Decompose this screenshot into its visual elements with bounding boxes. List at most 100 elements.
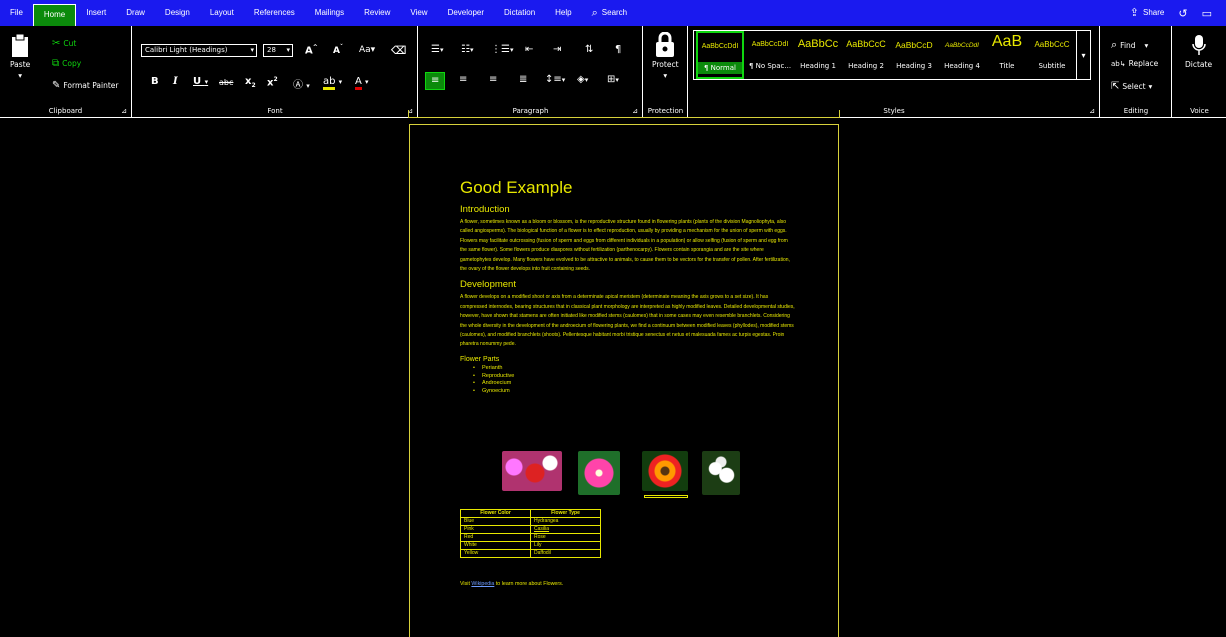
list-item: Reproductive (473, 373, 795, 381)
flower-table[interactable]: Flower Color Flower Type Blue Hydrangea … (460, 509, 601, 558)
borders-icon[interactable]: ⊞▾ (607, 74, 619, 85)
tab-home[interactable]: Home (32, 4, 77, 26)
flower-image-white-lily[interactable] (702, 451, 740, 495)
table-row: White Lily (460, 541, 601, 550)
tab-dictation[interactable]: Dictation (494, 0, 545, 26)
strikethrough-icon[interactable]: abc (219, 78, 233, 87)
style-heading-1[interactable]: AaBbCc Heading 1 (794, 31, 842, 79)
flower-image-gerbera[interactable] (642, 451, 688, 491)
tab-mailings[interactable]: Mailings (305, 0, 354, 26)
text-effects-icon[interactable]: Ⓐ ▾ (293, 76, 310, 91)
previous-page-edge (408, 110, 840, 118)
shading-icon[interactable]: ◈▾ (577, 74, 588, 85)
style-name: ¶ Normal (698, 62, 742, 74)
document-page[interactable]: Good Example Introduction A flower, some… (409, 124, 839, 637)
font-size-combo[interactable]: 28 ▾ (263, 44, 293, 57)
chevron-down-icon: ▾ (18, 71, 22, 80)
styles-more-button[interactable]: ▾ (1077, 30, 1091, 80)
bold-icon[interactable]: B (151, 76, 159, 87)
select-label: Select (1122, 82, 1146, 91)
replace-label: Replace (1128, 59, 1159, 68)
tab-review[interactable]: Review (354, 0, 400, 26)
multilevel-list-icon[interactable]: ⋮☰▾ (491, 44, 513, 55)
style-heading-3[interactable]: AaBbCcD Heading 3 (890, 31, 938, 79)
comments-icon[interactable]: ▭ (1202, 8, 1212, 19)
find-button[interactable]: ⌕ Find ▾ (1111, 38, 1148, 52)
bullets-icon[interactable]: ☰▾ (431, 44, 443, 55)
replace-button[interactable]: ab↳ Replace (1111, 59, 1158, 68)
table-cell: Red (460, 533, 531, 542)
scissors-icon: ✂ (52, 38, 61, 49)
numbering-icon[interactable]: ☷▾ (461, 44, 473, 55)
style-subtitle[interactable]: AaBbCcC Subtitle (1028, 31, 1076, 79)
paragraph-group: ☰▾ ☷▾ ⋮☰▾ ⇤ ⇥ ⇅ ¶ ≡ ≡ ≡ ≣ ↕≡▾ ◈▾ ⊞▾ Para… (419, 26, 643, 118)
tab-insert[interactable]: Insert (76, 0, 116, 26)
history-icon[interactable]: ↺ (1178, 8, 1187, 19)
style-heading-2[interactable]: AaBbCcC Heading 2 (842, 31, 890, 79)
flower-image-pink-cluster[interactable] (502, 451, 562, 491)
font-name-combo[interactable]: Calibri Light (Headings) ▾ (141, 44, 257, 57)
dialog-launcher-icon[interactable]: ⊿ (1089, 107, 1095, 115)
underline-icon[interactable]: U ▾ (193, 76, 208, 87)
search-box[interactable]: ⌕ Search (582, 0, 638, 26)
decrease-indent-icon[interactable]: ⇤ (525, 44, 533, 55)
change-case-button[interactable]: Aa▾ (359, 45, 375, 55)
align-right-icon[interactable]: ≡ (489, 74, 497, 85)
italic-icon[interactable]: I (173, 76, 178, 87)
dictate-button[interactable]: Dictate (1185, 34, 1212, 69)
tab-developer[interactable]: Developer (438, 0, 494, 26)
select-button[interactable]: ⇱ Select ▾ (1111, 81, 1152, 92)
table-cell: Blue (460, 517, 531, 526)
table-cell: Casilia (530, 525, 601, 534)
table-row: Red Rose (460, 533, 601, 542)
copy-button[interactable]: ⧉ Copy (52, 58, 81, 69)
flower-parts-list: Perianth Reproductive Androecium Gynoeci… (473, 365, 795, 396)
increase-indent-icon[interactable]: ⇥ (553, 44, 561, 55)
tab-layout[interactable]: Layout (200, 0, 244, 26)
style-name: Heading 1 (800, 62, 836, 70)
editing-group: ⌕ Find ▾ ab↳ Replace ⇱ Select ▾ Editing (1101, 26, 1172, 118)
style-sample: AaBbCc (797, 38, 839, 50)
protect-button[interactable]: Protect ▾ (652, 32, 679, 80)
share-label: Share (1143, 8, 1165, 17)
font-color-icon[interactable]: A ▾ (355, 76, 369, 90)
tab-help[interactable]: Help (545, 0, 581, 26)
style-sample: AaBbCcDdI (751, 41, 789, 48)
highlight-color-icon[interactable]: ab ▾ (323, 76, 342, 90)
format-painter-button[interactable]: ✎ Format Painter (52, 80, 118, 91)
tab-references[interactable]: References (244, 0, 305, 26)
wikipedia-link[interactable]: Wikipedia (471, 581, 494, 587)
tab-draw[interactable]: Draw (116, 0, 155, 26)
subscript-icon[interactable]: x2 (245, 76, 256, 89)
paste-button[interactable]: Paste ▾ (10, 32, 30, 80)
justify-icon[interactable]: ≣ (519, 74, 527, 85)
style-no-spacing[interactable]: AaBbCcDdI ¶ No Spac... (746, 31, 794, 79)
show-formatting-icon[interactable]: ¶ (615, 44, 621, 55)
cut-button[interactable]: ✂ Cut (52, 38, 76, 49)
document-content[interactable]: Good Example Introduction A flower, some… (460, 177, 795, 396)
dialog-launcher-icon[interactable]: ⊿ (121, 107, 127, 115)
tab-file[interactable]: File (0, 0, 33, 26)
align-left-button[interactable]: ≡ (425, 72, 445, 90)
heading-introduction: Introduction (460, 204, 510, 215)
sort-icon[interactable]: ⇅ (585, 44, 593, 55)
align-center-icon[interactable]: ≡ (459, 74, 467, 85)
clipboard-group: Paste ▾ ✂ Cut ⧉ Copy ✎ Format Painter Cl… (0, 26, 132, 118)
align-left-icon: ≡ (431, 75, 440, 86)
table-header: Flower Color (460, 509, 531, 518)
clear-formatting-icon[interactable]: ⌫ (391, 44, 407, 57)
superscript-icon[interactable]: x2 (267, 76, 278, 88)
share-button[interactable]: ⇪ Share (1130, 0, 1165, 26)
font-group-label: Font (267, 107, 283, 115)
flower-image-pink-lily[interactable] (578, 451, 620, 495)
style-normal[interactable]: AaBbCcDdI ¶ Normal (696, 31, 744, 79)
style-heading-4[interactable]: AaBbCcDdI Heading 4 (938, 31, 986, 79)
line-spacing-icon[interactable]: ↕≡▾ (545, 74, 565, 85)
style-title[interactable]: AaB Title (986, 31, 1028, 79)
tab-view[interactable]: View (400, 0, 437, 26)
grow-font-icon[interactable]: A^ (305, 44, 318, 56)
style-name: ¶ No Spac... (748, 62, 792, 70)
style-sample: AaBbCcC (1034, 40, 1070, 49)
tab-design[interactable]: Design (155, 0, 200, 26)
shrink-font-icon[interactable]: Aˇ (333, 44, 343, 56)
